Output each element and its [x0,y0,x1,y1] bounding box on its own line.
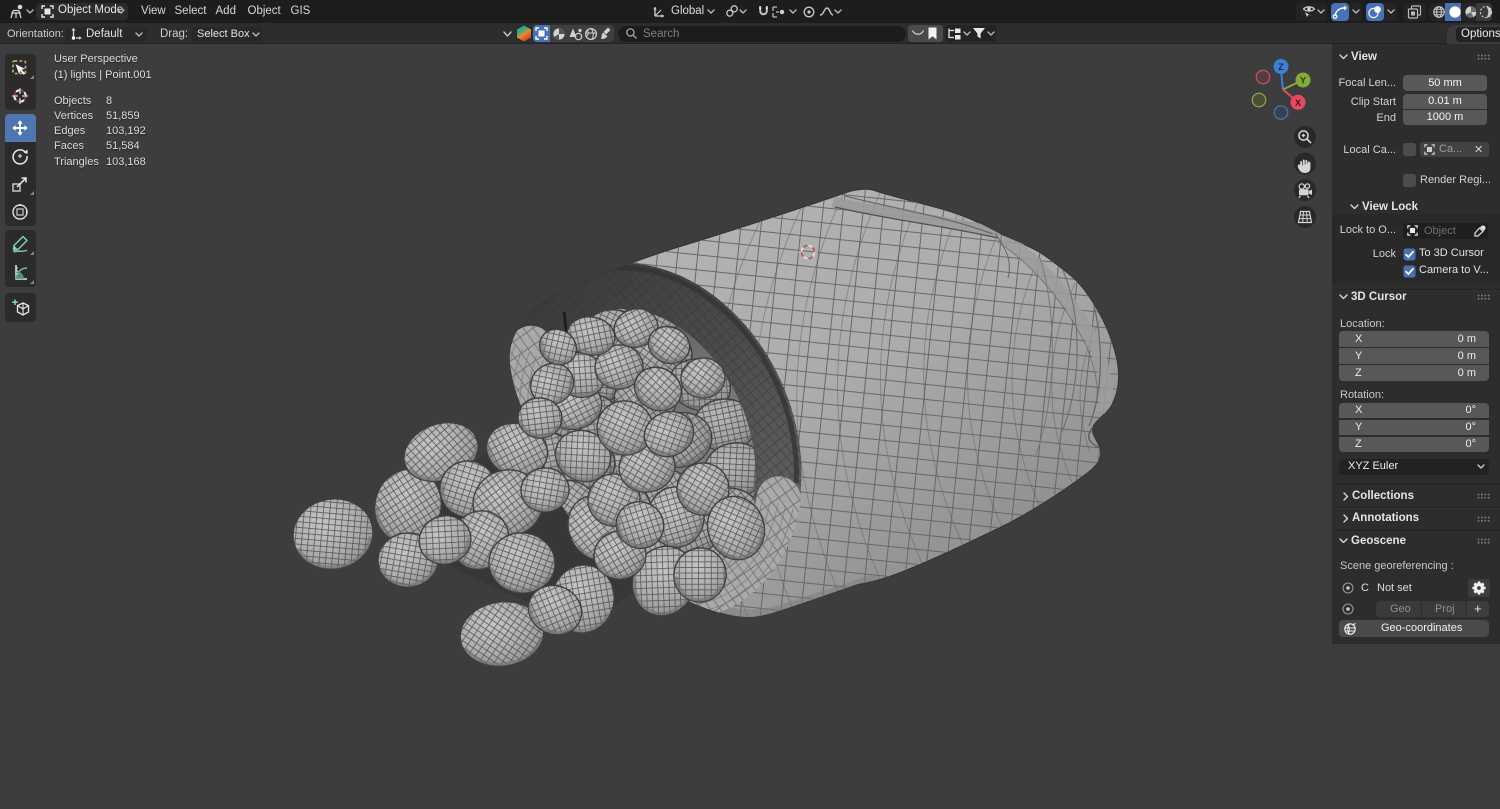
svg-text:Z: Z [1278,62,1284,72]
